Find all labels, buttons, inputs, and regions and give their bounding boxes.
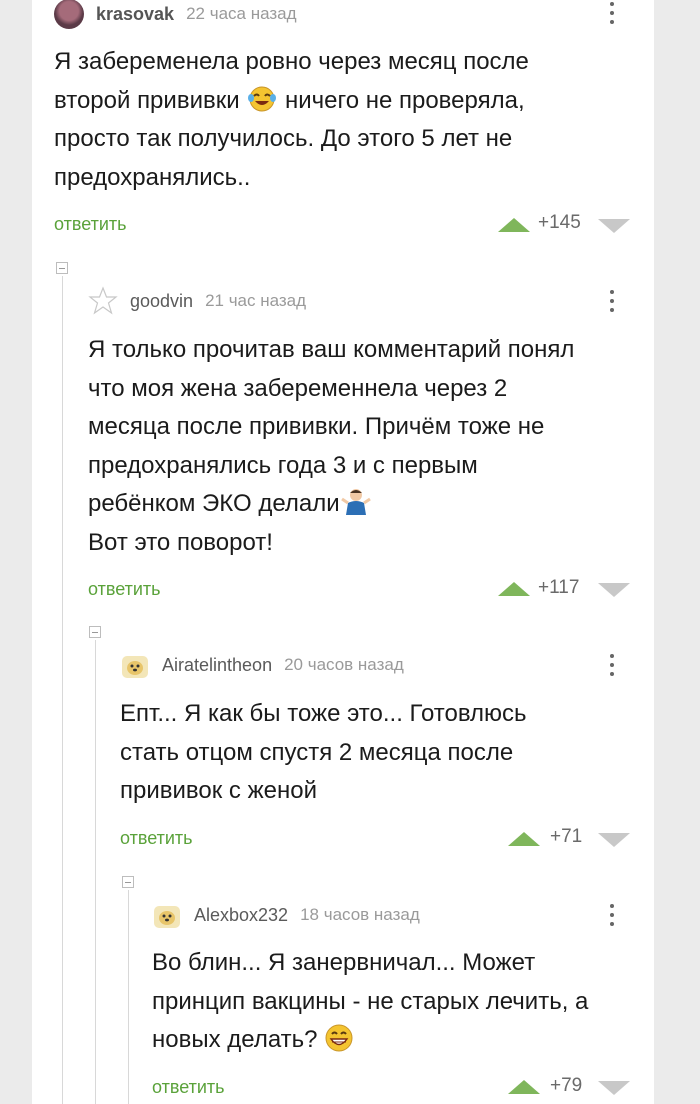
comment-line: ребёнком ЭКО делали <box>88 490 340 517</box>
comment-line: прививок с женой <box>120 777 317 804</box>
comment-line-with-emoji: новых делать? <box>152 1021 648 1060</box>
comment-line: Во блин... Я занервничал... Может <box>152 949 536 976</box>
upvote-icon[interactable] <box>508 1080 540 1094</box>
comment-line: стать отцом спустя 2 месяца после <box>120 738 514 766</box>
comment-score: +71 <box>550 826 583 847</box>
comment-line: предохранялись.. <box>54 163 251 191</box>
collapse-thread-button[interactable] <box>122 876 134 888</box>
reply-button[interactable]: ответить <box>152 1077 225 1098</box>
downvote-icon[interactable] <box>598 583 630 597</box>
comment-time: 21 час назад <box>205 291 307 310</box>
comment-line: просто так получилось. До этого 5 лет не <box>54 125 513 152</box>
comment-time: 18 часов назад <box>300 905 420 924</box>
collapse-thread-button[interactable] <box>89 626 101 638</box>
comment-body: Я только прочитав ваш комментарий понял … <box>88 331 648 562</box>
comment-time: 22 часа назад <box>186 4 297 23</box>
more-options-icon[interactable] <box>605 900 619 930</box>
comment-line: что моя жена забеременнела через 2 <box>88 374 508 402</box>
comment-header: Alexbox232 18 часов назад <box>152 899 420 931</box>
more-options-icon[interactable] <box>605 0 619 28</box>
comment-body: Во блин... Я занервничал... Может принци… <box>152 944 648 1060</box>
downvote-icon[interactable] <box>598 833 630 847</box>
reply-button[interactable]: ответить <box>54 214 127 235</box>
upvote-icon[interactable] <box>498 218 530 232</box>
comment-score: +79 <box>550 1075 583 1096</box>
upvote-icon[interactable] <box>508 832 540 846</box>
comment-line: предохранялись года 3 и с первым <box>88 451 478 479</box>
comment-header: krasovak 22 часа назад <box>54 0 297 30</box>
username[interactable]: goodvin <box>130 291 193 312</box>
username[interactable]: Alexbox232 <box>194 905 288 926</box>
upvote-icon[interactable] <box>498 582 530 596</box>
comment-score: +145 <box>538 212 581 233</box>
comment-line-with-emoji: второй прививки ничего не проверяла, <box>54 82 644 121</box>
collapse-thread-button[interactable] <box>56 262 68 274</box>
reply-button[interactable]: ответить <box>88 579 161 600</box>
comment-line: месяца после прививки. Причём тоже не <box>88 413 545 440</box>
thread-line <box>62 276 63 1104</box>
comment-body: Я забеременела ровно через месяц после в… <box>54 43 644 197</box>
username[interactable]: Airatelintheon <box>162 655 272 676</box>
dog-avatar-icon[interactable] <box>120 650 150 680</box>
default-avatar-icon[interactable] <box>88 286 118 316</box>
thread-line <box>95 640 96 1104</box>
more-options-icon[interactable] <box>605 286 619 316</box>
comment-line: Вот это поворот! <box>88 528 273 556</box>
comment-line: ничего не проверяла, <box>284 86 525 114</box>
grinning-emoji-icon <box>325 1024 353 1052</box>
comment-time: 20 часов назад <box>284 655 404 674</box>
comment-line: Епт... Я как бы тоже это... Готовлюсь <box>120 700 527 727</box>
comment-line: Я забеременела ровно через месяц после <box>54 48 529 75</box>
comment-thread: krasovak 22 часа назад Я забеременела ро… <box>32 0 654 1104</box>
comment-line: новых делать? <box>152 1026 318 1053</box>
comment-body: Епт... Я как бы тоже это... Готовлюсь ст… <box>120 695 648 811</box>
thread-line <box>128 890 129 1104</box>
comment-line: Я только прочитав ваш комментарий понял <box>88 336 575 363</box>
comment-line-with-emoji: ребёнком ЭКО делали <box>88 485 648 524</box>
username[interactable]: krasovak <box>96 4 174 25</box>
avatar[interactable] <box>54 0 84 29</box>
reply-button[interactable]: ответить <box>120 828 193 849</box>
comment-line: второй прививки <box>54 86 240 114</box>
comment-header: Airatelintheon 20 часов назад <box>120 649 404 681</box>
downvote-icon[interactable] <box>598 1081 630 1095</box>
shrugging-man-emoji-icon <box>340 488 371 515</box>
comment-header: goodvin 21 час назад <box>88 285 306 317</box>
downvote-icon[interactable] <box>598 219 630 233</box>
dog-avatar-icon[interactable] <box>152 900 182 930</box>
comment-line: принцип вакцины - не старых лечить, а <box>152 987 589 1015</box>
laughing-emoji-icon <box>248 86 277 112</box>
comment-score: +117 <box>538 577 580 598</box>
more-options-icon[interactable] <box>605 650 619 680</box>
